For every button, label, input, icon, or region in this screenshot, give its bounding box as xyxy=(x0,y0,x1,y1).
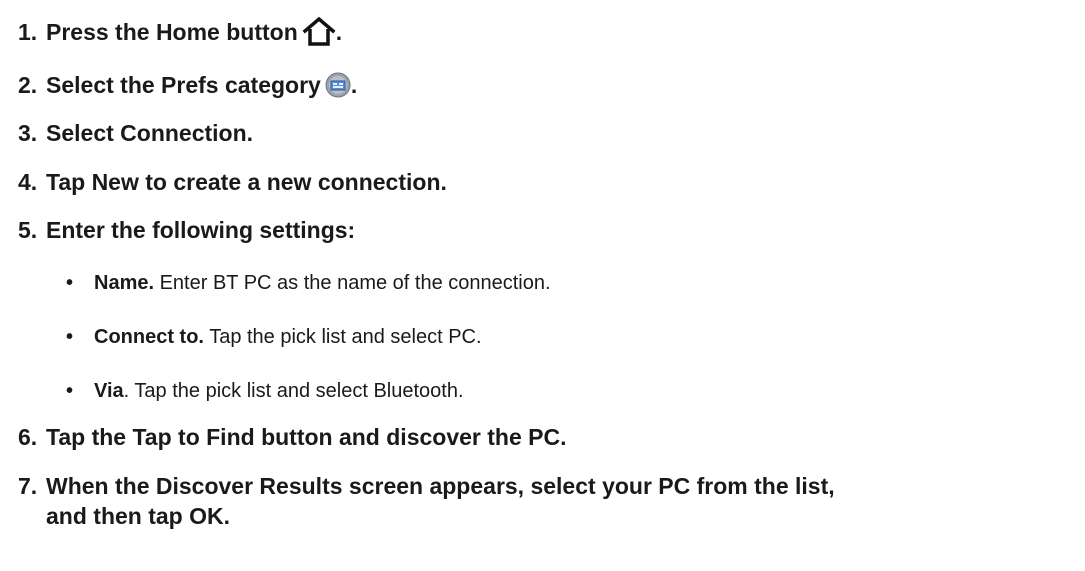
bullet: • xyxy=(66,380,74,402)
step-2: 2. Select the Prefs category . xyxy=(18,70,357,105)
step-text-continued: and then tap OK. xyxy=(46,503,230,529)
step-suffix: . xyxy=(350,72,358,98)
step-text: Select Connection. xyxy=(46,120,254,146)
step-number: 4. xyxy=(18,169,38,195)
step-number: 3. xyxy=(18,120,38,146)
settings-item-connect-to: • Connect to. Tap the pick list and selec… xyxy=(66,323,482,351)
setting-term: Name. xyxy=(94,272,155,294)
step-number: 6. xyxy=(18,424,38,450)
setting-term: Via xyxy=(94,380,124,402)
setting-desc: . Tap the pick list and select Bluetooth… xyxy=(123,380,464,402)
step-5: 5. Enter the following settings: xyxy=(18,215,355,245)
bullet: • xyxy=(66,326,74,348)
setting-desc: Tap the pick list and select PC. xyxy=(204,326,482,348)
home-icon xyxy=(302,16,336,53)
step-4: 4. Tap New to create a new connection. xyxy=(18,167,447,197)
step-text: Select the Prefs category xyxy=(46,72,321,98)
step-1: 1. Press the Home button . xyxy=(18,16,342,53)
setting-term: Connect to. xyxy=(94,326,204,348)
step-number: 7. xyxy=(18,473,38,499)
step-text: Enter the following settings: xyxy=(46,217,356,243)
setting-desc: Enter BT PC as the name of the connectio… xyxy=(154,272,551,294)
step-3: 3. Select Connection. xyxy=(18,118,253,148)
step-7: 7. When the Discover Results screen appea… xyxy=(18,471,1078,531)
step-text: When the Discover Results screen appears… xyxy=(46,473,835,499)
settings-item-name: • Name. Enter BT PC as the name of the co… xyxy=(66,269,551,297)
step-6: 6. Tap the Tap to Find button and discove… xyxy=(18,422,566,452)
prefs-icon xyxy=(325,72,351,105)
step-number: 1. xyxy=(18,19,38,45)
step-number: 5. xyxy=(18,217,38,243)
step-suffix: . xyxy=(335,19,343,45)
bullet: • xyxy=(66,272,74,294)
step-number: 2. xyxy=(18,72,38,98)
settings-item-via: • Via. Tap the pick list and select Bluet… xyxy=(66,377,464,405)
step-text: Tap New to create a new connection. xyxy=(46,169,447,195)
step-text: Tap the Tap to Find button and discover … xyxy=(46,424,567,450)
step-text: Press the Home button xyxy=(46,19,298,45)
